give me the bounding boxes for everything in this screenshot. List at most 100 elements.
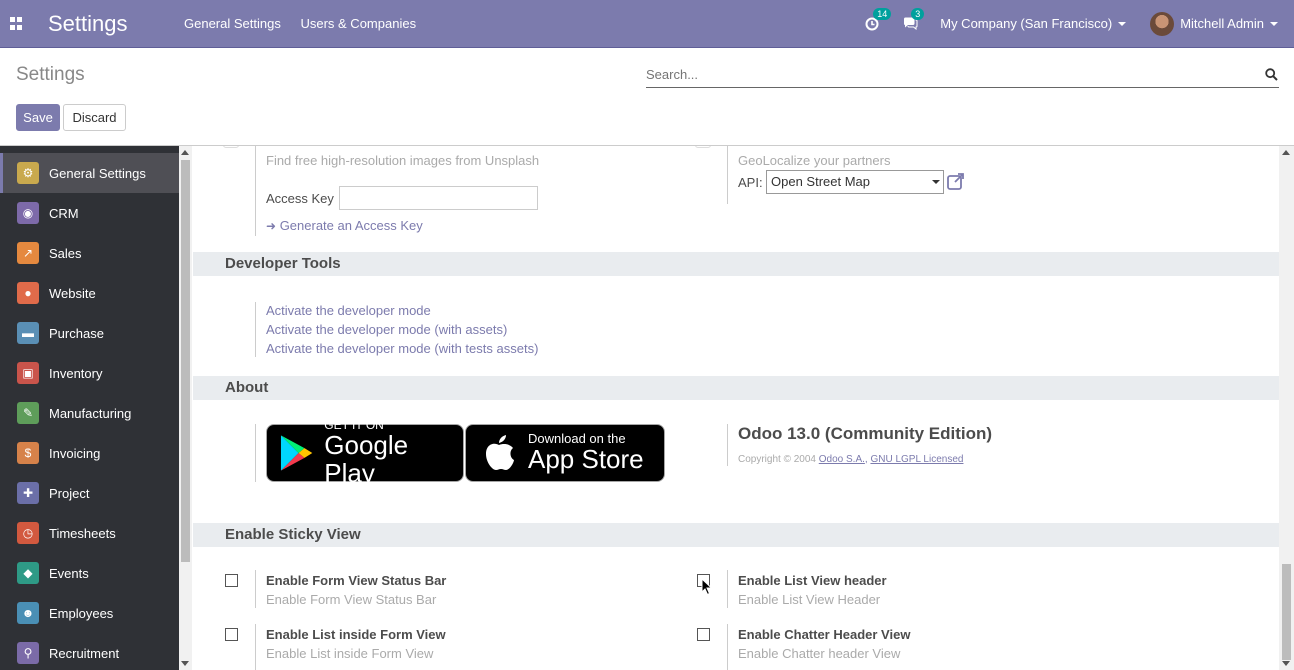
ticket-icon: ◆: [17, 562, 39, 584]
mouse-cursor-icon: [701, 578, 713, 596]
sidebar-item-invoicing[interactable]: $ Invoicing: [0, 433, 179, 473]
app-store-big-text: App Store: [528, 444, 644, 474]
gear-icon: ⚙: [17, 162, 39, 184]
message-count-badge: 3: [911, 8, 925, 20]
app-store-badge[interactable]: Download on the App Store: [465, 424, 665, 482]
activity-button[interactable]: 14: [865, 7, 892, 31]
sidebar-item-general-settings[interactable]: ⚙ General Settings: [0, 153, 179, 193]
user-menu[interactable]: Mitchell Admin: [1150, 11, 1278, 36]
search-input[interactable]: [646, 67, 1236, 82]
sidebar-item-label: Website: [49, 285, 96, 301]
form-status-bar-checkbox[interactable]: [225, 574, 238, 587]
api-label: API:: [738, 175, 763, 190]
menu-users-companies[interactable]: Users & Companies: [300, 16, 416, 31]
people-icon: ☻: [17, 602, 39, 624]
google-play-big-text: Google Play: [324, 430, 409, 488]
scroll-down-arrow-icon[interactable]: [1282, 661, 1290, 666]
odoo-sa-link[interactable]: Odoo S.A.: [819, 454, 865, 465]
sidebar-item-employees[interactable]: ☻ Employees: [0, 593, 179, 633]
company-switcher[interactable]: My Company (San Francisco): [940, 16, 1127, 31]
apple-icon: [486, 435, 514, 470]
sidebar-item-label: Sales: [49, 245, 82, 261]
chevron-down-icon: [1118, 21, 1127, 26]
apps-menu-icon[interactable]: [10, 17, 23, 30]
divider: [727, 146, 728, 204]
sidebar-item-project[interactable]: ✚ Project: [0, 473, 179, 513]
discard-button[interactable]: Discard: [63, 104, 126, 131]
handshake-icon: ◉: [17, 202, 39, 224]
google-play-badge[interactable]: GET IT ON Google Play: [266, 419, 464, 487]
divider: [727, 570, 728, 608]
chevron-down-icon: [1270, 21, 1278, 26]
access-key-input[interactable]: [339, 186, 538, 210]
divider: [727, 624, 728, 670]
api-select[interactable]: Open Street Map: [766, 170, 944, 194]
globe-icon: ●: [17, 282, 39, 304]
activate-developer-mode-assets-link[interactable]: Activate the developer mode (with assets…: [266, 322, 507, 337]
sidebar-item-label: Employees: [49, 605, 114, 621]
sidebar-item-recruitment[interactable]: ⚲ Recruitment: [0, 633, 179, 670]
list-view-header-label: Enable List View header: [738, 573, 887, 588]
unsplash-checkbox-partial[interactable]: [223, 146, 239, 148]
sidebar-item-label: Inventory: [49, 365, 103, 381]
activate-developer-mode-tests-link[interactable]: Activate the developer mode (with tests …: [266, 341, 538, 356]
page-title: Settings: [16, 64, 85, 85]
content-scrollbar[interactable]: [1279, 146, 1294, 670]
sidebar-item-label: Project: [49, 485, 90, 501]
scroll-up-arrow-icon[interactable]: [181, 150, 189, 155]
chatter-header-help: Enable Chatter header View: [738, 646, 901, 661]
generate-access-key-link[interactable]: ➜ Generate an Access Key: [266, 218, 423, 233]
settings-sidebar: ⚙ General Settings ◉ CRM ↗ Sales ● Websi…: [0, 146, 179, 670]
magnifier-icon: ⚲: [17, 642, 39, 664]
menu-general-settings[interactable]: General Settings: [184, 16, 281, 31]
sidebar-item-manufacturing[interactable]: ✎ Manufacturing: [0, 393, 179, 433]
copyright-line: Copyright © 2004 Odoo S.A., GNU LGPL Lic…: [738, 454, 964, 465]
box-icon: ▣: [17, 362, 39, 384]
scroll-up-arrow-icon[interactable]: [1282, 150, 1290, 155]
content-scrollbar-thumb[interactable]: [1282, 564, 1291, 660]
sidebar-item-label: Events: [49, 565, 89, 581]
activity-count-badge: 14: [873, 7, 892, 20]
save-button[interactable]: Save: [16, 104, 60, 131]
sticky-view-header: Enable Sticky View: [193, 523, 1280, 547]
search-box: [646, 64, 1279, 88]
chatter-header-checkbox[interactable]: [697, 628, 710, 641]
sidebar-item-crm[interactable]: ◉ CRM: [0, 193, 179, 233]
generate-access-key-label: Generate an Access Key: [279, 218, 423, 233]
unsplash-description: Find free high-resolution images from Un…: [266, 153, 540, 168]
scroll-down-arrow-icon[interactable]: [181, 661, 189, 666]
license-link[interactable]: GNU LGPL Licensed: [870, 454, 963, 465]
external-link-icon[interactable]: [947, 173, 965, 190]
divider: [255, 302, 256, 357]
sidebar-item-sales[interactable]: ↗ Sales: [0, 233, 179, 273]
company-name: My Company (San Francisco): [940, 16, 1113, 31]
sidebar-item-purchase[interactable]: ▬ Purchase: [0, 313, 179, 353]
chevron-down-icon: [932, 180, 940, 184]
systray: 14 3 My Company (San Francisco) Mitchell…: [865, 0, 1294, 47]
sidebar-item-website[interactable]: ● Website: [0, 273, 179, 313]
app-brand: Settings: [48, 11, 128, 36]
form-status-bar-label: Enable Form View Status Bar: [266, 573, 447, 588]
avatar: [1150, 11, 1175, 36]
card-icon: ▬: [17, 322, 39, 344]
settings-content: Find free high-resolution images from Un…: [193, 146, 1280, 670]
divider: [255, 624, 256, 670]
odoo-version: Odoo 13.0 (Community Edition): [738, 424, 993, 443]
sidebar-item-timesheets[interactable]: ◷ Timesheets: [0, 513, 179, 553]
sidebar-item-label: Invoicing: [49, 445, 101, 461]
sidebar-scrollbar-thumb[interactable]: [181, 160, 190, 562]
chart-icon: ↗: [17, 242, 39, 264]
puzzle-icon: ✚: [17, 482, 39, 504]
search-icon[interactable]: [1265, 68, 1278, 81]
sidebar-item-events[interactable]: ◆ Events: [0, 553, 179, 593]
list-inside-form-checkbox[interactable]: [225, 628, 238, 641]
wrench-icon: ✎: [17, 402, 39, 424]
sidebar-item-inventory[interactable]: ▣ Inventory: [0, 353, 179, 393]
activate-developer-mode-link[interactable]: Activate the developer mode: [266, 303, 431, 318]
dollar-icon: $: [17, 442, 39, 464]
geolocalize-checkbox-partial[interactable]: [695, 146, 711, 148]
access-key-label: Access Key: [266, 191, 334, 206]
messaging-button[interactable]: 3: [903, 8, 925, 30]
list-inside-form-label: Enable List inside Form View: [266, 627, 446, 642]
sidebar-scrollbar[interactable]: [179, 146, 192, 670]
